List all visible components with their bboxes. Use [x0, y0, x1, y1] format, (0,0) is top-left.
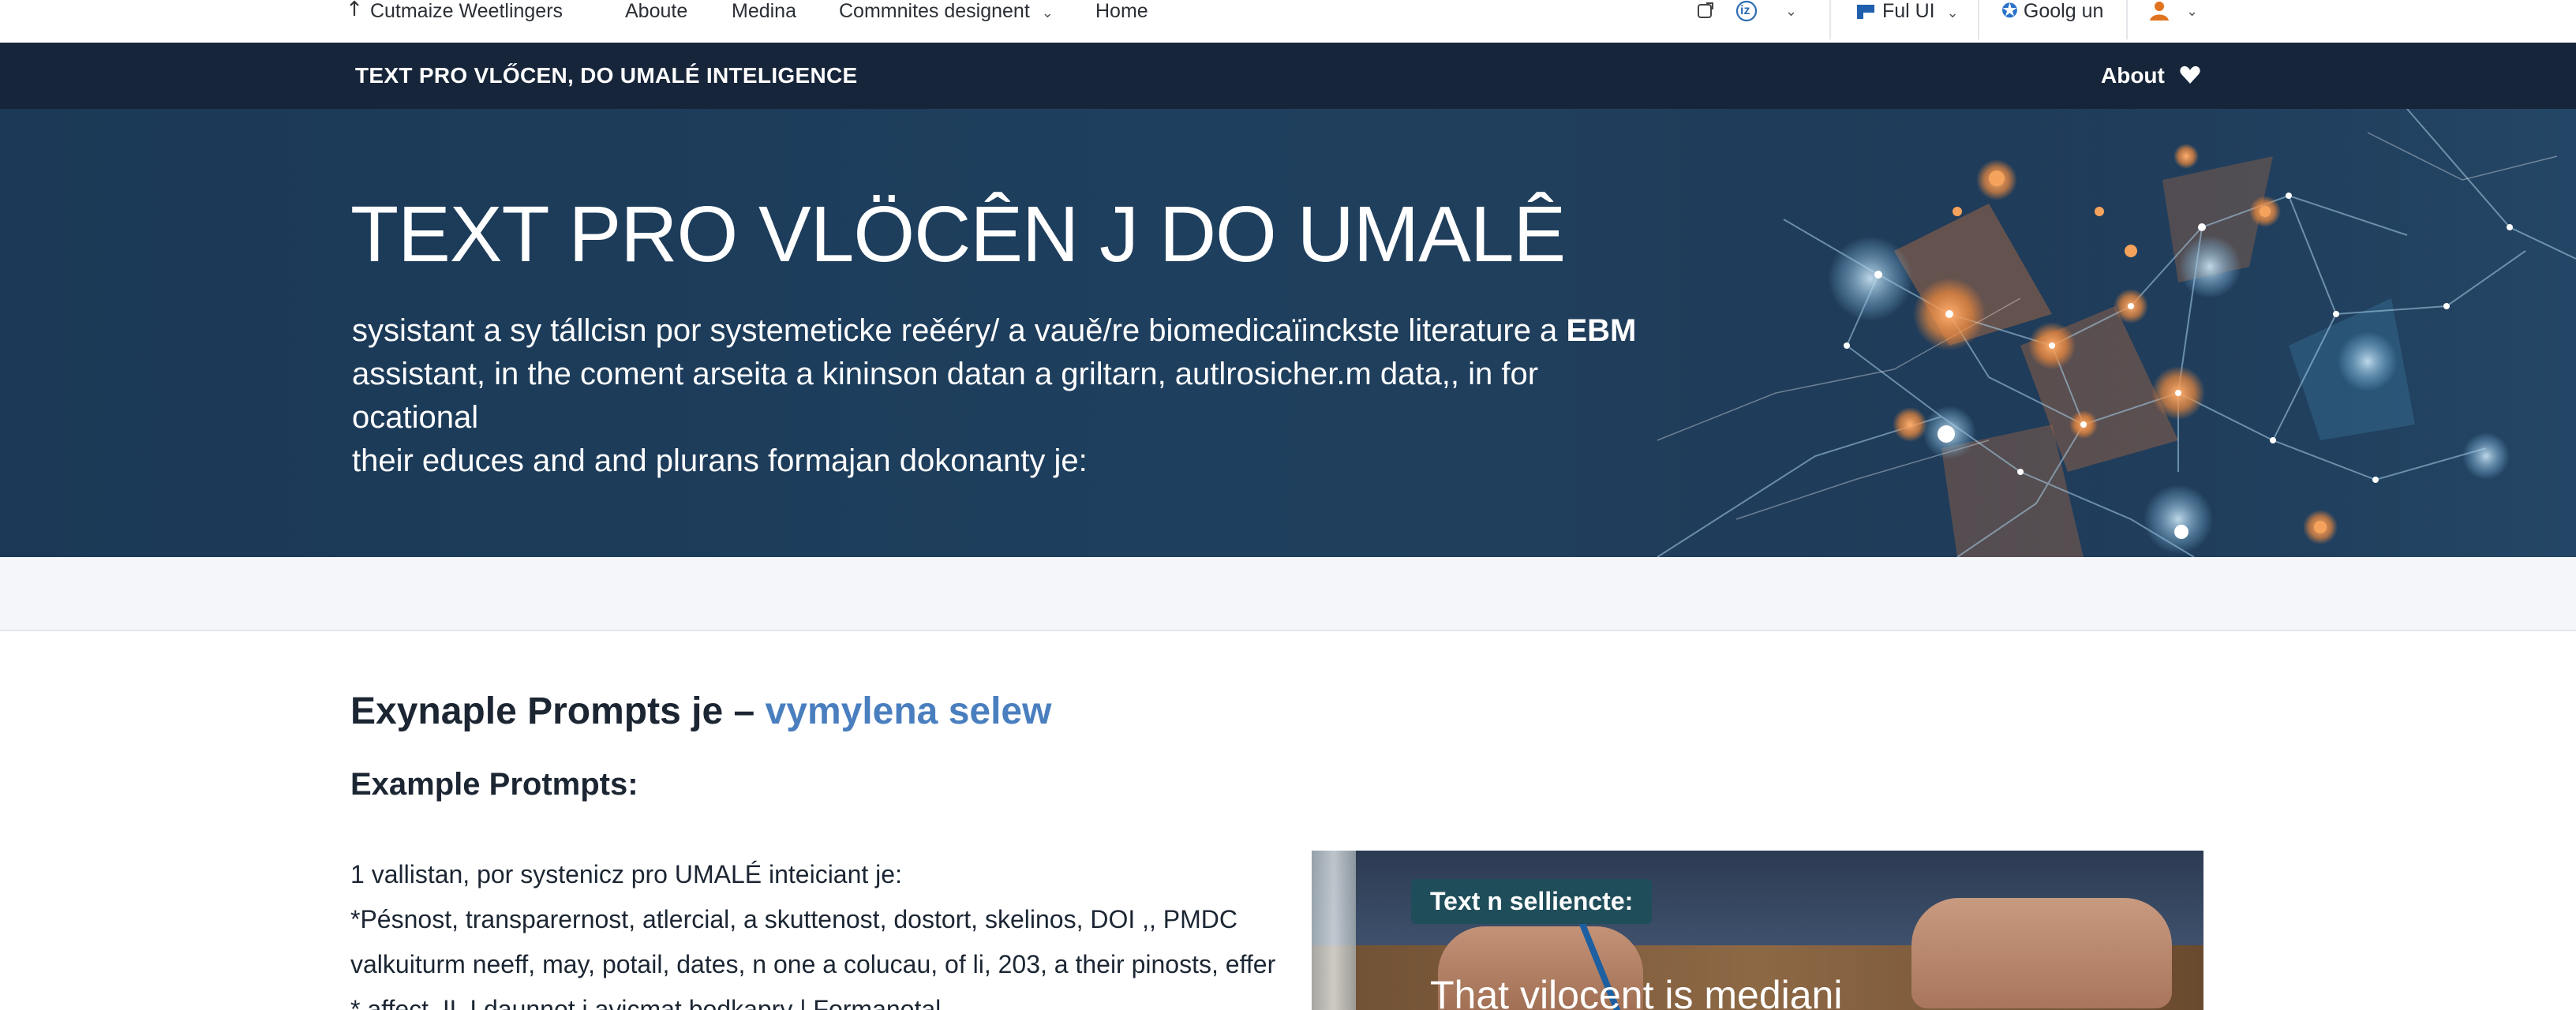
flag-icon: [1855, 0, 1882, 22]
chevron-down-icon[interactable]: ⌄: [1785, 0, 1797, 22]
nav-item-medina[interactable]: Medina: [732, 0, 796, 22]
google-signin[interactable]: ✪ Goolg un: [2001, 0, 2103, 22]
title-bar: TEXT PRO VLŐCEN, DO UMALÉ INTELIGENCE Ab…: [0, 43, 2576, 109]
resting-hand: [1911, 898, 2172, 1008]
hero-lead-line1: sysistant a sy tállcisn por systemeticke…: [352, 313, 1558, 348]
divider: [2126, 0, 2128, 39]
hero-title: TEXT PRO VLÖCÊN J DO UMALÊ: [350, 190, 1566, 279]
hero-banner: TEXT PRO VLÖCÊN J DO UMALÊ sysistant a s…: [0, 109, 2576, 557]
nav-item-label: Commnites designent: [839, 0, 1030, 22]
nav-item-home[interactable]: Home: [1095, 0, 1148, 22]
card-tag: Text n selliencte:: [1411, 879, 1653, 924]
hero-lead-bold: EBM: [1566, 313, 1637, 348]
hero-lead-line2: assistant, in the coment arseita a kinin…: [352, 357, 1539, 435]
chevron-down-icon: ⌄: [1041, 5, 1054, 21]
ful-ui-menu[interactable]: Ful UI ⌄: [1855, 0, 1959, 22]
nav-item-label: Cutmaize Weetlingers: [369, 0, 564, 22]
prompt-line: *Pésnost, transparernost, atlercial, a s…: [350, 905, 1238, 933]
card-caption: That vilocent is mediani: [1430, 973, 1843, 1010]
prompt-line: * affect, IL I daunnot j avicmat bodkapr…: [350, 995, 942, 1010]
prompt-line: valkuiturm neeff, may, potail, dates, n …: [350, 950, 1276, 978]
divider: [1829, 0, 1831, 39]
about-label: About: [2101, 63, 2165, 88]
chevron-down-icon[interactable]: ⌄: [2186, 0, 2198, 22]
divider: [1978, 0, 1979, 39]
arrow-up-icon: [349, 0, 365, 22]
nav-item-label: Home: [1095, 0, 1148, 22]
example-prompts-text: 1 vallistan, por systenicz pro UMALÉ int…: [350, 852, 1282, 1010]
nav-item-commnites[interactable]: Commnites designent ⌄: [839, 0, 1054, 22]
section-divider-band: [0, 557, 2576, 631]
ful-ui-label: Ful UI: [1881, 0, 1935, 22]
section-heading: Exynaple Prompts je – vymylena selew: [350, 690, 1051, 733]
feature-image-card[interactable]: Text n selliencte: That vilocent is medi…: [1312, 851, 2203, 1010]
section-subheading: Example Protmpts:: [350, 767, 638, 802]
nav-item-aboute[interactable]: Aboute: [625, 0, 687, 22]
google-label: Goolg un: [2023, 0, 2104, 22]
about-link[interactable]: About: [2101, 63, 2201, 88]
star-icon: ✪: [2001, 0, 2018, 22]
user-icon[interactable]: [2148, 0, 2170, 22]
nav-item-cutmaize[interactable]: Cutmaize Weetlingers: [349, 0, 563, 22]
section-heading-main: Exynaple Prompts je –: [350, 690, 755, 732]
hero-lead-line3: their educes and and plurans formajan do…: [352, 443, 1088, 478]
heart-icon: [2180, 65, 2200, 84]
nav-item-label: Medina: [732, 0, 796, 22]
section-heading-accent[interactable]: vymylena selew: [766, 690, 1052, 732]
hero-description: sysistant a sy tállcisn por systemeticke…: [352, 309, 1646, 483]
top-navigation: Cutmaize Weetlingers Aboute Medina Commn…: [0, 0, 2576, 43]
site-brand[interactable]: TEXT PRO VLŐCEN, DO UMALÉ INTELIGENCE: [355, 63, 857, 88]
bottle-image: [1312, 851, 1356, 1010]
badge-icon[interactable]: iz: [1733, 0, 1760, 22]
nav-item-label: Aboute: [625, 0, 688, 22]
badge-text: iz: [1740, 4, 1750, 17]
chevron-down-icon: ⌄: [1946, 5, 1959, 21]
prompt-line: 1 vallistan, por systenicz pro UMALÉ int…: [350, 860, 902, 888]
share-icon[interactable]: [1695, 0, 1716, 22]
